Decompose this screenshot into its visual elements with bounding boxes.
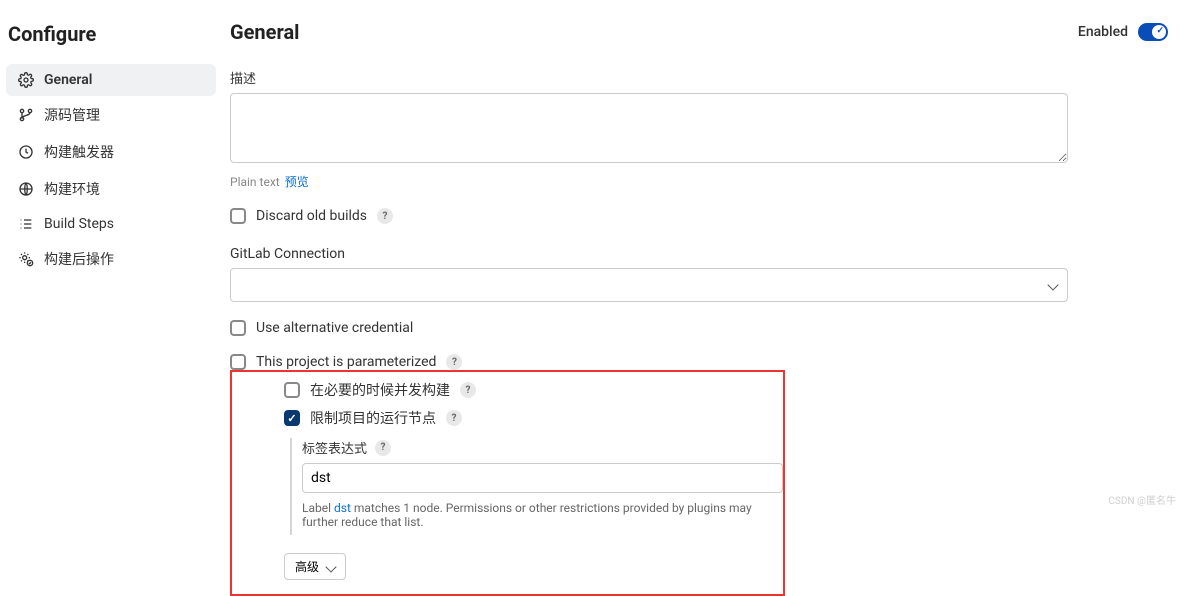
clock-icon [18, 144, 34, 160]
highlight-annotation: 在必要的时候并发构建 ? ✓ 限制项目的运行节点 ? 标签表达式 ? Label… [230, 370, 785, 596]
parameterized-checkbox[interactable] [230, 354, 246, 370]
sidebar-item-label: 构建环境 [44, 179, 100, 199]
sidebar-item-triggers[interactable]: 构建触发器 [6, 134, 216, 170]
advanced-button[interactable]: 高级 [284, 553, 346, 580]
sidebar-item-label: General [44, 72, 92, 88]
advanced-button-label: 高级 [295, 558, 319, 575]
preview-link[interactable]: 预览 [285, 175, 309, 189]
page-title: General [230, 20, 299, 44]
main-panel: General Enabled ✓ 描述 Plain text 预览 Disca… [216, 6, 1184, 596]
help-icon[interactable]: ? [375, 440, 391, 456]
sidebar-item-label: 源码管理 [44, 105, 100, 125]
concurrent-build-label: 在必要的时候并发构建 [310, 380, 450, 400]
gear-badge-icon [18, 251, 34, 267]
sidebar-item-label: 构建触发器 [44, 142, 114, 162]
label-expr-label: 标签表达式 [302, 438, 367, 457]
label-match-hint: Label dst matches 1 node. Permissions or… [302, 501, 783, 529]
description-label: 描述 [230, 68, 1174, 87]
list-icon [18, 216, 34, 232]
help-icon[interactable]: ? [446, 354, 462, 370]
discard-old-builds-label: Discard old builds [256, 208, 367, 224]
sidebar-item-env[interactable]: 构建环境 [6, 171, 216, 207]
help-icon[interactable]: ? [377, 208, 393, 224]
sidebar-item-label: Build Steps [44, 216, 114, 232]
branch-icon [18, 107, 34, 123]
sidebar-title: Configure [8, 22, 216, 46]
gear-icon [18, 72, 34, 88]
configure-sidebar: Configure General 源码管理 构建触发器 构建环境 [6, 6, 216, 596]
gitlab-connection-label: GitLab Connection [230, 246, 1174, 262]
alt-credential-checkbox[interactable] [230, 320, 246, 336]
globe-icon [18, 181, 34, 197]
chevron-down-icon [327, 560, 335, 574]
sidebar-item-post[interactable]: 构建后操作 [6, 241, 216, 277]
sidebar-item-label: 构建后操作 [44, 249, 114, 269]
description-textarea[interactable] [230, 93, 1068, 163]
watermark: CSDN @匿名牛 [1108, 492, 1176, 507]
sidebar-item-general[interactable]: General [6, 64, 216, 96]
chevron-down-icon [1049, 277, 1057, 293]
concurrent-build-checkbox[interactable] [284, 382, 300, 398]
help-icon[interactable]: ? [446, 410, 462, 426]
help-icon[interactable]: ? [460, 382, 476, 398]
sidebar-item-scm[interactable]: 源码管理 [6, 97, 216, 133]
plaintext-label: Plain text [230, 175, 280, 189]
gitlab-connection-select[interactable] [230, 268, 1068, 302]
restrict-node-checkbox[interactable]: ✓ [284, 410, 300, 426]
sidebar-item-steps[interactable]: Build Steps [6, 208, 216, 240]
label-expr-input[interactable] [302, 463, 783, 493]
enabled-label: Enabled [1078, 24, 1128, 40]
discard-old-builds-checkbox[interactable] [230, 208, 246, 224]
alt-credential-label: Use alternative credential [256, 320, 413, 336]
parameterized-label: This project is parameterized [256, 354, 436, 370]
restrict-node-label: 限制项目的运行节点 [310, 408, 436, 428]
enabled-toggle[interactable]: ✓ [1138, 23, 1168, 41]
